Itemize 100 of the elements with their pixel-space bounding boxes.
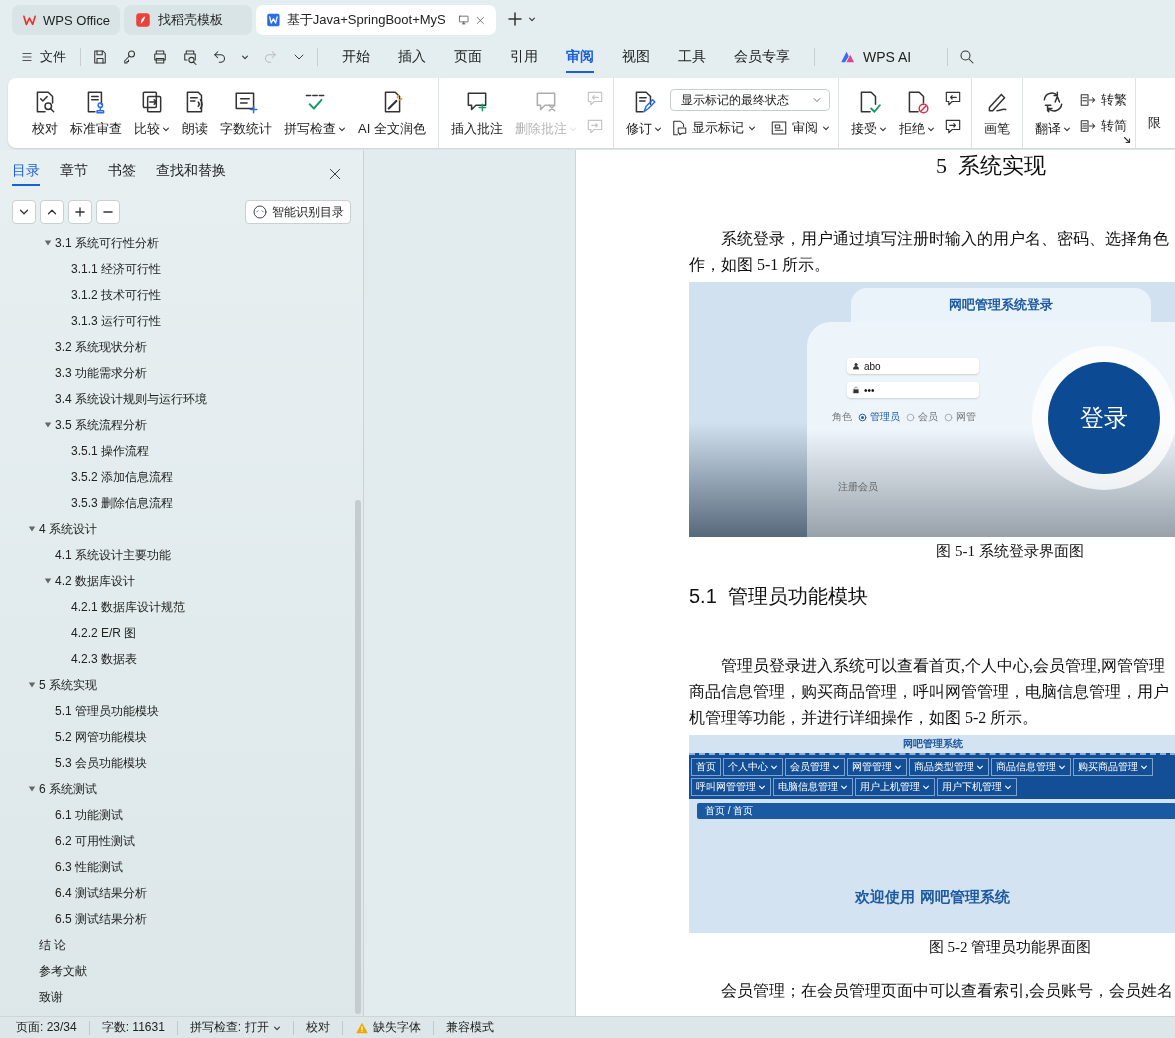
panel-tab[interactable]: 目录 (12, 162, 40, 186)
toc-item[interactable]: 3.3 功能需求分析 (55, 364, 147, 382)
collapse-button[interactable] (12, 200, 36, 224)
toc-item[interactable]: 5.2 网管功能模块 (55, 728, 147, 746)
nav-item[interactable]: 商品类型管理 (909, 758, 989, 776)
word-count[interactable]: 字数: 11631 (101, 1019, 165, 1036)
nav-item[interactable]: 电脑信息管理 (773, 778, 853, 796)
ribbon-tab[interactable]: 插入 (398, 41, 426, 73)
toolbar-button[interactable]: AI 全文润色 (354, 82, 430, 144)
toc-item[interactable]: 3.1 系统可行性分析 (55, 234, 159, 252)
print-preview-icon[interactable] (181, 48, 199, 66)
markup-dropdown[interactable]: 显示标记的最终状态 (669, 89, 830, 111)
toc-item[interactable]: 3.5.1 操作流程 (71, 442, 150, 460)
page-indicator[interactable]: 页面: 23/34 (16, 1019, 77, 1036)
login-button[interactable]: 登录 (1048, 362, 1160, 474)
panel-tab[interactable]: 查找和替换 (156, 162, 226, 186)
toolbar-button[interactable]: 比较 (130, 82, 174, 144)
role-radio[interactable]: 管理员 (858, 410, 900, 424)
toc-item[interactable]: 5.3 会员功能模块 (55, 754, 147, 772)
toolbar-button[interactable]: 画笔 (979, 82, 1014, 144)
toolbar-button[interactable]: 显示标记 (669, 119, 756, 137)
nav-item[interactable]: 商品信息管理 (991, 758, 1071, 776)
toc-item[interactable]: 3.2 系统现状分析 (55, 338, 147, 356)
toc-item[interactable]: 3.1.3 运行可行性 (71, 312, 162, 330)
nav-item[interactable]: 首页 (691, 758, 721, 776)
browser-tab[interactable]: 找稻壳模板 (124, 5, 252, 35)
panel-tab[interactable]: 书签 (108, 162, 136, 186)
file-menu[interactable]: 文件 (16, 44, 70, 70)
toc-item[interactable]: 3.5 系统流程分析 (55, 416, 147, 434)
nav-item[interactable]: 购买商品管理 (1073, 758, 1153, 776)
ribbon-tab[interactable]: 会员专享 (734, 41, 790, 73)
expand-corner-icon[interactable] (1121, 135, 1132, 145)
toolbar-button[interactable]: 拒绝 (894, 82, 939, 144)
panel-tab[interactable]: 章节 (60, 162, 88, 186)
toc-item[interactable]: 6.3 性能测试 (55, 858, 123, 876)
toc-item[interactable]: 5.1 管理员功能模块 (55, 702, 159, 720)
toc-item[interactable]: 6.1 功能测试 (55, 806, 123, 824)
ai-button[interactable]: WPS AI (833, 44, 918, 70)
missing-fonts-warning[interactable]: 缺失字体 (354, 1019, 421, 1036)
nav-item[interactable]: 用户上机管理 (855, 778, 935, 796)
expanded-triangle-icon[interactable] (28, 681, 36, 689)
toc-item[interactable]: 4.2.2 E/R 图 (71, 624, 137, 642)
plus-icon[interactable] (506, 10, 524, 28)
toolbar-button[interactable]: 审阅 (769, 119, 830, 137)
expanded-triangle-icon[interactable] (44, 239, 52, 247)
expanded-triangle-icon[interactable] (44, 421, 52, 429)
expanded-triangle-icon[interactable] (44, 577, 52, 585)
nav-item[interactable]: 会员管理 (785, 758, 845, 776)
browser-tab[interactable]: 基于Java+SpringBoot+MyS (256, 5, 496, 35)
toolbar-button[interactable]: 转简 (1078, 117, 1127, 135)
ribbon-tab[interactable]: 工具 (678, 41, 706, 73)
toc-item[interactable]: 6.5 测试结果分析 (55, 910, 147, 928)
toc-item[interactable]: 3.4 系统设计规则与运行环境 (55, 390, 207, 408)
role-radio[interactable]: 会员 (906, 410, 938, 424)
add-button[interactable] (68, 200, 92, 224)
remove-button[interactable] (96, 200, 120, 224)
toc-item[interactable]: 3.1.1 经济可行性 (71, 260, 162, 278)
toc-item[interactable]: 4 系统设计 (39, 520, 97, 538)
toc-item[interactable]: 4.2.3 数据表 (71, 650, 138, 668)
toolbar-button[interactable]: 限 (1135, 78, 1161, 148)
toolbar-button[interactable]: 标准审查 (66, 82, 126, 144)
proofread-button[interactable]: 校对 (305, 1019, 330, 1036)
ribbon-tab[interactable]: 审阅 (566, 41, 594, 73)
close-icon[interactable] (327, 166, 343, 182)
toolbar-button[interactable]: 拼写检查 (280, 82, 350, 144)
nav-item[interactable]: 个人中心 (723, 758, 783, 776)
expanded-triangle-icon[interactable] (28, 525, 36, 533)
spell-check-toggle[interactable]: 拼写检查: 打开 (189, 1019, 281, 1036)
toolbar-button[interactable]: 转繁 (1078, 91, 1127, 109)
expanded-triangle-icon[interactable] (28, 785, 36, 793)
expand-button[interactable] (40, 200, 64, 224)
ribbon-tab[interactable]: 页面 (454, 41, 482, 73)
toc-item[interactable]: 6.2 可用性测试 (55, 832, 135, 850)
toc-item[interactable]: 结 论 (39, 936, 67, 954)
nav-item[interactable]: 用户下机管理 (937, 778, 1017, 796)
compatibility-mode[interactable]: 兼容模式 (445, 1019, 494, 1036)
role-radio[interactable]: 网管 (944, 410, 976, 424)
toc-item[interactable]: 3.1.2 技术可行性 (71, 286, 162, 304)
nav-item[interactable]: 呼叫网管管理 (691, 778, 771, 796)
toc-item[interactable]: 5 系统实现 (39, 676, 97, 694)
toolbar-button[interactable]: 插入批注 (446, 82, 507, 144)
toolbar-button[interactable]: 校对 (28, 82, 62, 144)
toolbar-button[interactable]: 字数统计 (216, 82, 276, 144)
password-field[interactable]: ••• (847, 382, 979, 398)
register-link[interactable]: 注册会员 (838, 480, 1012, 494)
nav-item[interactable]: 网管管理 (847, 758, 907, 776)
toc-item[interactable]: 4.2.1 数据库设计规范 (71, 598, 186, 616)
save-icon[interactable] (91, 48, 109, 66)
toolbar-button[interactable]: 翻译 (1030, 82, 1075, 144)
toc-item[interactable]: 致谢 (39, 988, 63, 1006)
toc-item[interactable]: 6 系统测试 (39, 780, 97, 798)
toc-item[interactable]: 参考文献 (39, 962, 87, 980)
ribbon-tab[interactable]: 开始 (342, 41, 370, 73)
browser-tab[interactable]: WPS Office (12, 5, 120, 35)
toolbar-button[interactable]: 修订 (621, 82, 666, 144)
toc-item[interactable]: 3.5.2 添加信息流程 (71, 468, 174, 486)
toc-item[interactable]: 4.1 系统设计主要功能 (55, 546, 171, 564)
toc-item[interactable]: 4.2 数据库设计 (55, 572, 135, 590)
print-icon[interactable] (151, 48, 169, 66)
toc-item[interactable]: 3.5.3 删除信息流程 (71, 494, 174, 512)
